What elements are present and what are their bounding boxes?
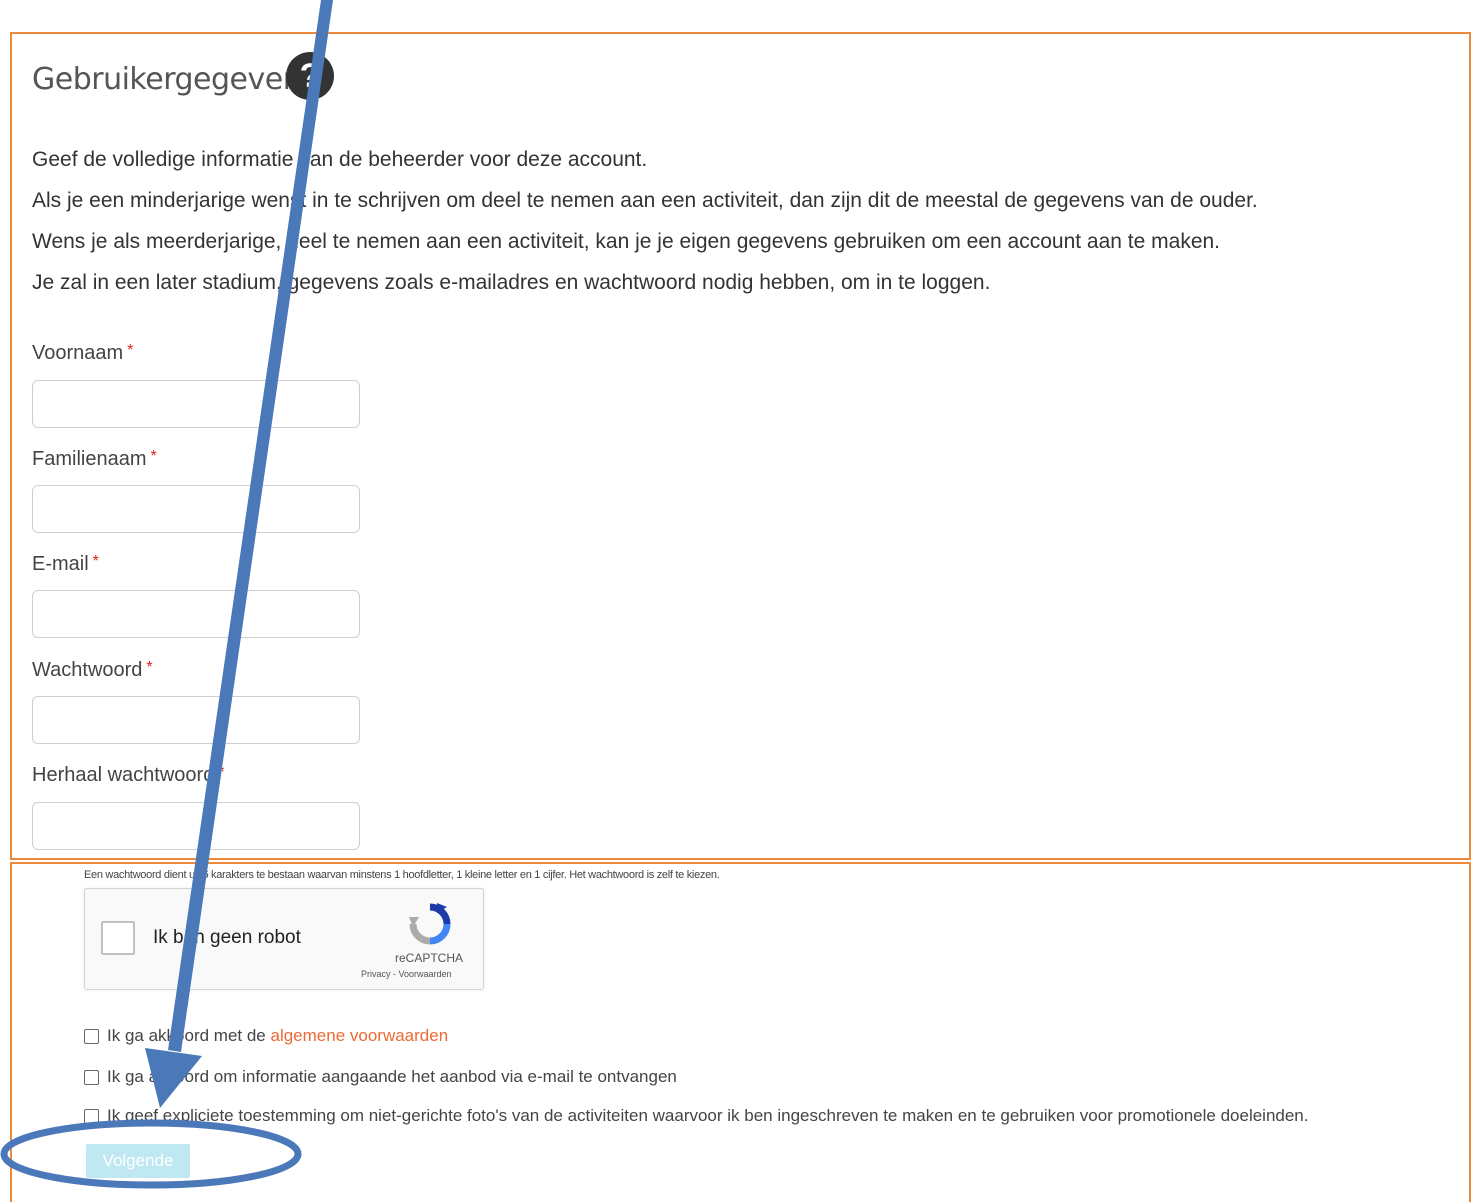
last-name-label-text: Familienaam <box>32 448 147 470</box>
next-button[interactable]: Volgende <box>86 1144 190 1178</box>
required-mark: * <box>127 342 134 359</box>
terms-prefix: Ik ga akkoord met de <box>107 1026 271 1045</box>
email-agreement: Ik ga akkoord om informatie aangaande he… <box>84 1067 677 1087</box>
first-name-input[interactable] <box>32 380 360 428</box>
intro-line-1: Geef de volledige informatie van de behe… <box>32 148 648 171</box>
required-mark: * <box>150 448 157 465</box>
required-mark: * <box>146 659 153 676</box>
last-name-input[interactable] <box>32 485 360 533</box>
repeat-password-label: Herhaal wachtwoord * <box>32 764 225 787</box>
photo-consent: Ik geef expliciete toestemming om niet-g… <box>84 1106 1309 1126</box>
recaptcha-widget: Ik ben geen robot reCAPTCHA Privacy - Vo… <box>84 888 484 990</box>
password-hint: Een wachtwoord dient uit 6 karakters te … <box>84 869 720 881</box>
required-mark: * <box>218 764 225 781</box>
email-label-text: E-mail <box>32 553 89 575</box>
password-label-text: Wachtwoord <box>32 659 143 681</box>
intro-line-3: Wens je als meerderjarige, deel te nemen… <box>32 230 1221 253</box>
password-label: Wachtwoord * <box>32 659 153 682</box>
repeat-password-input[interactable] <box>32 802 360 850</box>
photo-consent-checkbox[interactable] <box>84 1108 99 1124</box>
last-name-label: Familienaam * <box>32 448 157 471</box>
recaptcha-links[interactable]: Privacy - Voorwaarden <box>361 969 452 979</box>
recaptcha-checkbox[interactable] <box>101 921 135 955</box>
first-name-label: Voornaam * <box>32 342 133 365</box>
email-info-checkbox[interactable] <box>84 1069 99 1085</box>
recaptcha-logo-icon <box>409 903 451 945</box>
email-input[interactable] <box>32 590 360 638</box>
recaptcha-label: Ik ben geen robot <box>153 927 301 948</box>
help-icon[interactable]: ? <box>286 52 334 100</box>
terms-link[interactable]: algemene voorwaarden <box>270 1026 448 1046</box>
section-title: Gebruikergegevens <box>32 62 317 97</box>
email-info-text: Ik ga akkoord om informatie aangaande he… <box>107 1067 677 1086</box>
first-name-label-text: Voornaam <box>32 342 124 364</box>
password-input[interactable] <box>32 696 360 744</box>
required-mark: * <box>92 553 99 570</box>
email-label: E-mail * <box>32 553 99 576</box>
intro-line-4: Je zal in een later stadium, gegevens zo… <box>32 271 991 294</box>
photo-consent-text: Ik geef expliciete toestemming om niet-g… <box>107 1106 1309 1125</box>
intro-line-2: Als je een minderjarige wenst in te schr… <box>32 189 1258 212</box>
terms-agreement: Ik ga akkoord met de algemene voorwaarde… <box>84 1026 448 1046</box>
terms-checkbox[interactable] <box>84 1028 99 1044</box>
intro-text: Geef de volledige informatie van de behe… <box>32 146 1258 310</box>
repeat-password-label-text: Herhaal wachtwoord <box>32 764 215 786</box>
recaptcha-brand: reCAPTCHA <box>395 951 464 965</box>
help-glyph: ? <box>299 56 321 95</box>
